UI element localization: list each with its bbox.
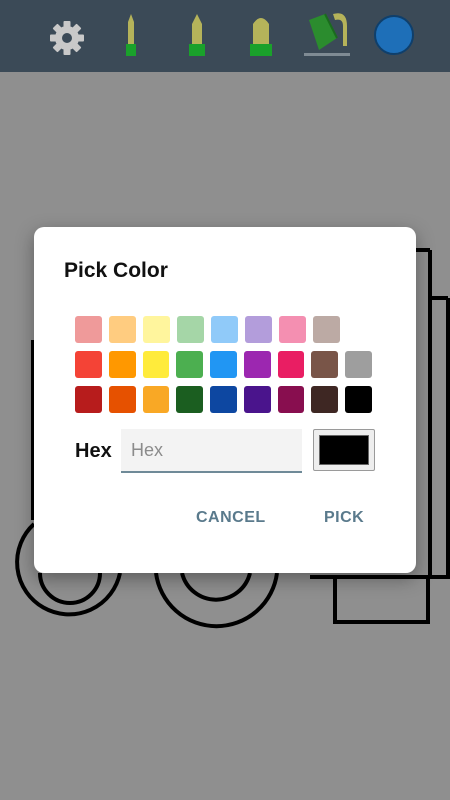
color-swatch[interactable]: [245, 316, 272, 343]
color-swatch[interactable]: [143, 316, 170, 343]
color-swatch[interactable]: [75, 351, 102, 378]
color-swatch[interactable]: [108, 386, 136, 413]
color-swatch[interactable]: [210, 386, 237, 413]
color-circle-icon[interactable]: [372, 0, 416, 72]
color-swatch[interactable]: [311, 351, 339, 378]
color-swatch[interactable]: [311, 386, 339, 413]
color-swatch[interactable]: [109, 316, 136, 343]
color-swatch[interactable]: [345, 386, 373, 413]
cancel-button[interactable]: CANCEL: [196, 509, 266, 527]
color-swatch[interactable]: [277, 351, 305, 378]
toolbar: [0, 0, 450, 72]
color-swatch[interactable]: [210, 351, 237, 378]
color-swatch[interactable]: [313, 316, 340, 343]
color-swatch[interactable]: [177, 316, 204, 343]
color-swatch[interactable]: [243, 351, 271, 378]
color-swatch[interactable]: [279, 316, 306, 343]
color-swatch[interactable]: [345, 351, 373, 378]
color-swatch-grid: [75, 316, 379, 421]
swatch-row: [75, 386, 379, 414]
color-swatch[interactable]: [176, 351, 204, 378]
dialog-title: Pick Color: [64, 259, 168, 282]
hex-label: Hex: [75, 440, 112, 462]
paint-bucket-icon[interactable]: [303, 0, 351, 72]
hex-input[interactable]: [121, 429, 302, 473]
thick-marker-icon[interactable]: [247, 0, 275, 72]
color-swatch[interactable]: [142, 351, 170, 378]
swatch-row: [75, 316, 379, 344]
thin-marker-icon[interactable]: [120, 0, 142, 72]
color-preview-fill: [319, 435, 369, 465]
color-swatch[interactable]: [176, 386, 204, 413]
pick-color-dialog: Pick Color Hex CANCEL PICK: [34, 227, 416, 573]
pick-button[interactable]: PICK: [324, 509, 364, 527]
medium-marker-icon[interactable]: [184, 0, 210, 72]
gear-icon[interactable]: [48, 0, 86, 72]
color-swatch[interactable]: [243, 386, 271, 413]
color-preview: [313, 429, 375, 471]
swatch-row: [75, 351, 379, 379]
color-swatch[interactable]: [75, 386, 102, 413]
color-swatch[interactable]: [75, 316, 102, 343]
color-swatch[interactable]: [277, 386, 305, 413]
color-swatch[interactable]: [108, 351, 136, 378]
color-swatch[interactable]: [211, 316, 238, 343]
color-swatch[interactable]: [142, 386, 170, 413]
